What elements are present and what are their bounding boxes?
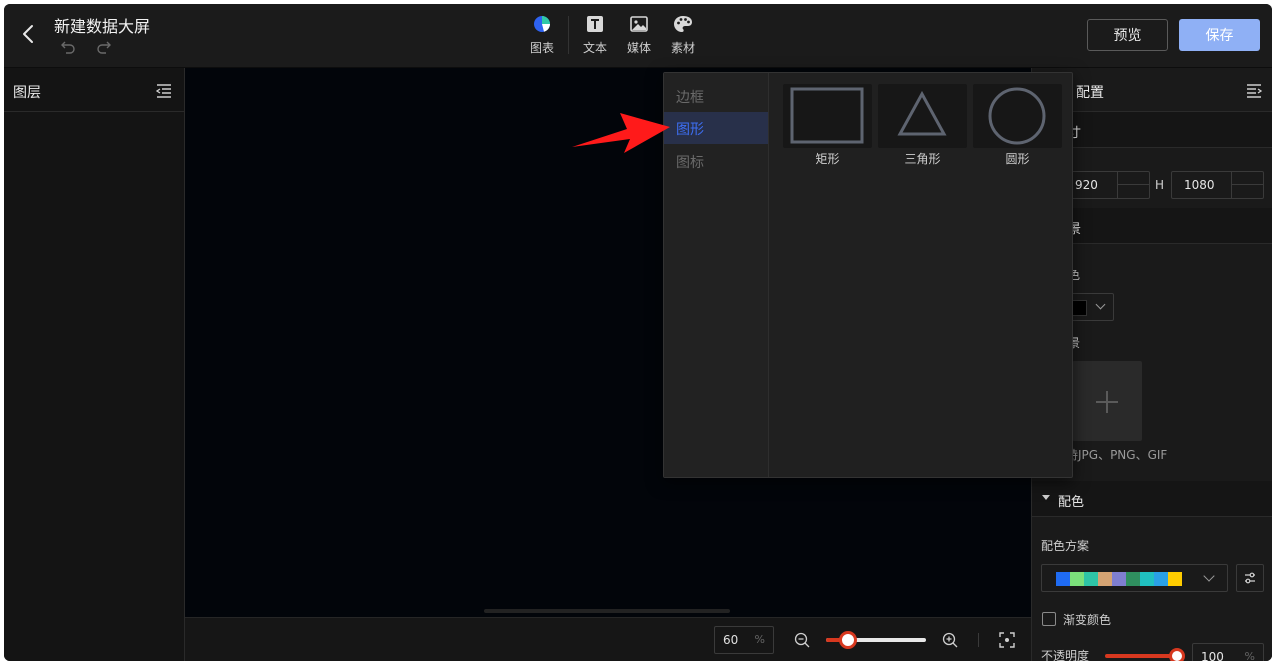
undo-icon[interactable] [60,39,76,55]
rectangle-icon [790,87,864,144]
image-icon [630,16,648,32]
width-input[interactable]: 920 [1062,171,1150,199]
canvas-bottom-bar: 60 % [185,617,1031,661]
text-icon [587,16,603,32]
palette-icon [674,16,692,32]
palette-chip [1154,572,1168,586]
palette-chip [1070,572,1084,586]
page-title: 新建数据大屏 [54,17,151,36]
triangle-icon [897,90,947,136]
app-window: 新建数据大屏 图表 文本 媒体 素材 预览 保存 图层 60 % 配置 寸 92… [4,4,1272,661]
tool-material-label: 素材 [670,41,695,55]
horizontal-scrollbar[interactable] [484,609,730,613]
collapse-panel-icon[interactable] [155,84,172,102]
zoom-value: 60 [723,633,739,647]
palette-select[interactable] [1041,564,1228,592]
back-icon[interactable] [18,22,40,46]
palette-label: 配色方案 [1041,539,1090,553]
gradient-checkbox[interactable] [1042,612,1056,626]
palette-chip [1098,572,1112,586]
toolbar-divider [568,16,569,54]
nav-item-border[interactable]: 边框 [664,80,768,112]
gradient-label: 渐变颜色 [1063,613,1112,627]
height-value: 1080 [1184,178,1215,192]
save-button[interactable]: 保存 [1179,19,1260,51]
circle-icon [988,87,1046,145]
zoom-in-icon[interactable] [942,632,958,652]
palette-chip [1126,572,1140,586]
tool-chart-label: 图表 [529,41,554,55]
palette-chips [1056,572,1182,586]
chevron-down-icon [1095,299,1106,310]
bg-image-upload[interactable] [1072,361,1142,441]
bottom-bar-divider [978,633,979,647]
fit-screen-icon[interactable] [999,632,1015,652]
caret-down-icon [1042,495,1050,500]
config-panel-title: 配置 [1076,85,1104,101]
palette-chip [1168,572,1182,586]
color-section-header[interactable]: 配色 [1032,481,1272,517]
layers-panel: 图层 [4,68,185,661]
palette-settings-button[interactable] [1236,564,1264,592]
zoom-unit: % [754,633,765,646]
shape-circle[interactable] [973,84,1062,148]
preview-button[interactable]: 预览 [1087,19,1168,51]
height-input[interactable]: 1080 [1171,171,1264,199]
palette-chip [1084,572,1098,586]
tool-media[interactable]: 媒体 [621,14,657,60]
opacity-slider-knob[interactable] [1169,648,1185,661]
chevron-down-icon [1203,570,1215,582]
zoom-out-icon[interactable] [794,632,810,652]
tool-media-label: 媒体 [626,41,651,55]
shape-circle-label: 圆形 [1005,152,1030,166]
nav-item-icon[interactable]: 图标 [664,145,768,177]
zoom-input[interactable]: 60 % [714,626,774,654]
width-stepper[interactable] [1117,172,1149,198]
layers-panel-header: 图层 [4,68,184,112]
palette-chip [1140,572,1154,586]
opacity-input[interactable]: 100 % [1192,643,1264,661]
zoom-slider[interactable] [826,631,926,649]
redo-icon[interactable] [96,39,112,55]
height-stepper[interactable] [1231,172,1263,198]
tool-material[interactable]: 素材 [665,14,701,60]
shape-triangle-label: 三角形 [904,152,941,166]
shape-rectangle-label: 矩形 [815,152,840,166]
tool-text[interactable]: 文本 [577,14,613,60]
opacity-label: 不透明度 [1041,649,1090,661]
opacity-unit: % [1244,650,1255,661]
shape-picker-nav: 边框 图形 图标 [664,73,769,477]
zoom-slider-knob[interactable] [839,631,857,649]
sliders-icon [1245,572,1255,584]
layers-panel-title: 图层 [13,85,41,101]
tool-text-label: 文本 [582,41,607,55]
collapse-config-icon[interactable] [1246,84,1263,102]
color-section-title: 配色 [1058,495,1085,510]
bg-color-swatch [1071,300,1087,316]
opacity-slider[interactable] [1105,648,1185,661]
shape-triangle[interactable] [878,84,967,148]
top-bar: 新建数据大屏 图表 文本 媒体 素材 预览 保存 [4,4,1272,68]
pie-chart-icon [534,16,550,32]
opacity-value: 100 [1201,650,1224,661]
annotation-arrow-icon [572,113,670,153]
width-value: 920 [1075,178,1098,192]
shape-rectangle[interactable] [783,84,872,148]
nav-item-shape[interactable]: 图形 [664,112,768,144]
palette-chip [1112,572,1126,586]
upload-hint: 持JPG、PNG、GIF [1066,448,1168,462]
tool-chart[interactable]: 图表 [524,14,560,60]
height-label: H [1155,178,1165,192]
shape-picker-popup: 边框 图形 图标 矩形 三角形 圆形 [663,72,1073,478]
palette-chip [1056,572,1070,586]
